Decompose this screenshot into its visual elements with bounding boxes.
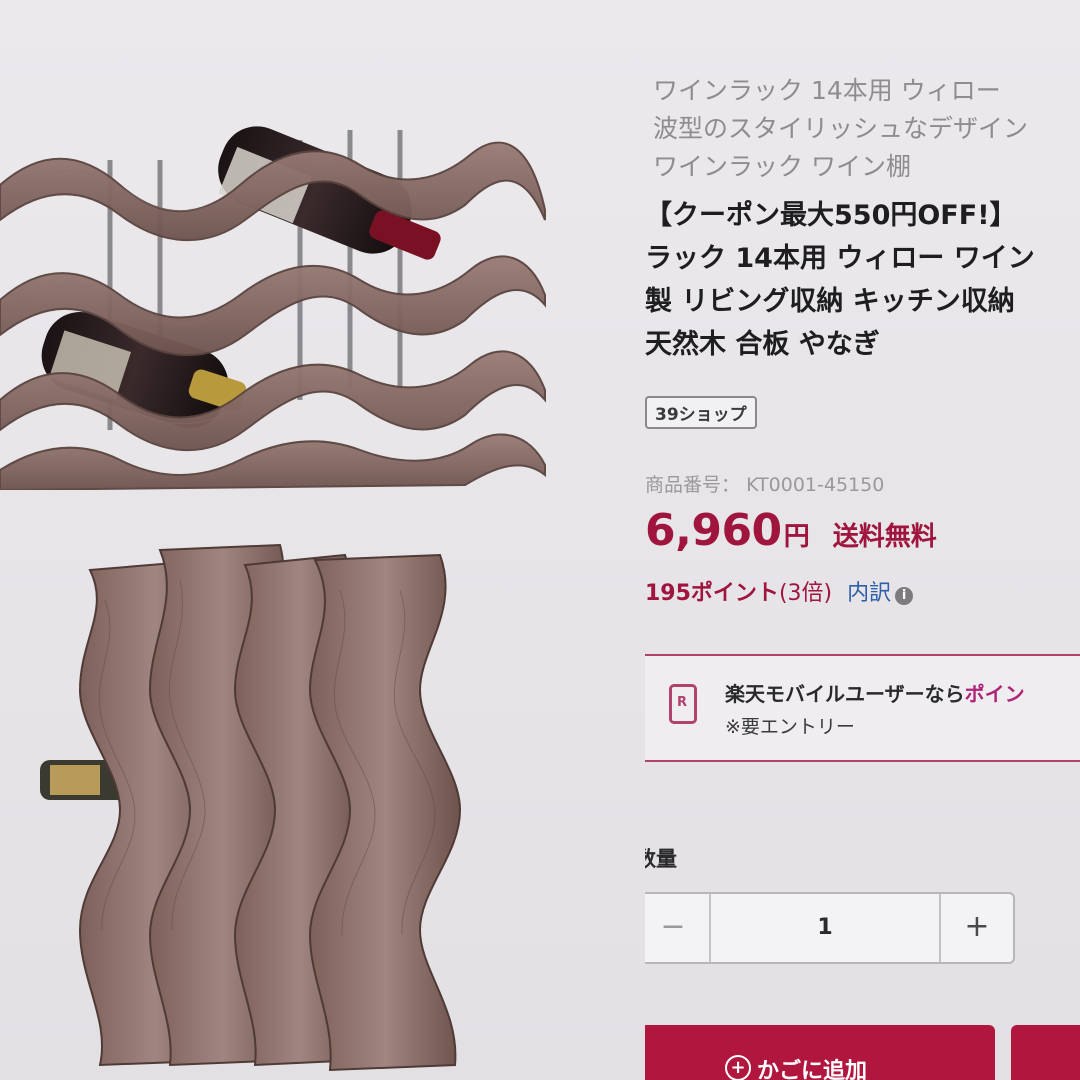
product-info: ワインラック 14本用 ウィロー 波型のスタイリッシュなデザイン ワインラック … bbox=[645, 0, 1080, 1080]
product-sku: 商品番号： KT0001-45150 bbox=[645, 470, 884, 497]
subtitle-line: ワインラック ワイン棚 bbox=[653, 152, 911, 181]
shop-badge[interactable]: 39ショップ bbox=[645, 396, 757, 429]
price-row: 6,960円 送料無料 bbox=[645, 505, 937, 556]
entry-note: ※要エントリー bbox=[725, 716, 855, 738]
title-line: 天然木 合板 やなぎ bbox=[645, 329, 880, 360]
free-shipping-label: 送料無料 bbox=[832, 522, 937, 552]
plus-circle-icon: + bbox=[725, 1055, 751, 1080]
mobile-promo-main: 楽天モバイルユーザーなら bbox=[725, 682, 965, 706]
points-row: 195ポイント(3倍) 内訳 i bbox=[645, 575, 914, 607]
product-page: ワインラック 14本用 ウィロー 波型のスタイリッシュなデザイン ワインラック … bbox=[0, 0, 1080, 1080]
phone-r-icon: R bbox=[669, 684, 697, 724]
subtitle-line: ワインラック 14本用 ウィロー bbox=[653, 76, 1001, 105]
title-line: 【クーポン最大550円OFF!】 bbox=[645, 200, 1017, 231]
add-to-cart-label: かごに追加 bbox=[757, 1053, 867, 1080]
points-multiplier: (3倍) bbox=[778, 581, 833, 606]
product-subtitle: ワインラック 14本用 ウィロー 波型のスタイリッシュなデザイン ワインラック … bbox=[653, 72, 1028, 186]
info-icon[interactable]: i bbox=[895, 587, 914, 605]
product-title: 【クーポン最大550円OFF!】 ラック 14本用 ウィロー ワイン 製 リビン… bbox=[645, 194, 1035, 366]
phone-icon-letter: R bbox=[677, 695, 688, 710]
add-to-cart-button[interactable]: + かごに追加 bbox=[645, 1025, 995, 1080]
quantity-input[interactable]: 1 bbox=[709, 894, 941, 962]
add-to-cart-text: かごに追加 bbox=[757, 1059, 868, 1080]
product-image-horizontal-rack[interactable] bbox=[0, 70, 560, 490]
sku-value: KT0001-45150 bbox=[746, 474, 885, 496]
quantity-stepper: − 1 + bbox=[645, 892, 1015, 964]
mobile-promo-text: 楽天モバイルユーザーならポイン bbox=[725, 678, 1025, 707]
title-line: ラック 14本用 ウィロー ワイン bbox=[645, 243, 1035, 274]
quantity-label: 数量 bbox=[645, 847, 677, 871]
title-line: 製 リビング収納 キッチン収納 bbox=[645, 286, 1015, 317]
product-image-vertical-rack[interactable] bbox=[40, 540, 500, 1080]
sku-label: 商品番号： bbox=[645, 474, 741, 496]
mobile-promo-banner[interactable]: R 楽天モバイルユーザーならポイン ※要エントリー bbox=[645, 654, 1080, 762]
subtitle-line: 波型のスタイリッシュなデザイン bbox=[653, 114, 1029, 143]
product-images bbox=[0, 0, 560, 1080]
points-value: 195ポイント bbox=[645, 581, 779, 606]
price-unit: 円 bbox=[783, 522, 810, 552]
buy-now-button[interactable] bbox=[1011, 1025, 1080, 1080]
mobile-promo-highlight: ポイン bbox=[964, 682, 1025, 706]
points-breakdown-link[interactable]: 内訳 bbox=[847, 581, 891, 606]
quantity-minus-button[interactable]: − bbox=[645, 894, 711, 962]
quantity-plus-button[interactable]: + bbox=[939, 894, 1013, 962]
price-value: 6,960 bbox=[645, 505, 782, 556]
